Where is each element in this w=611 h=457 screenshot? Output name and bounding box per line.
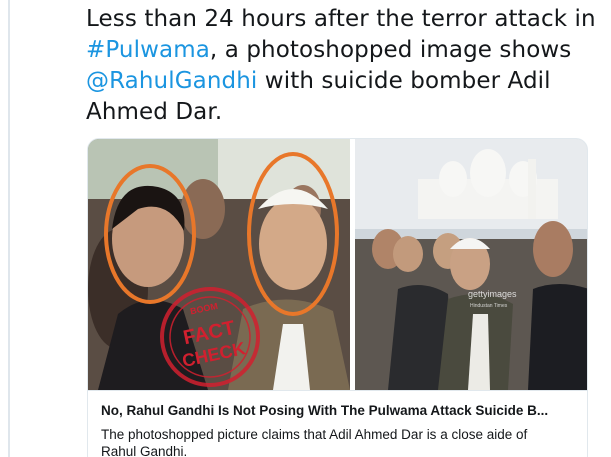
watermark-credit: Hindustan Times — [470, 303, 508, 309]
left-photo: BOOM FACT CHECK — [88, 139, 350, 390]
tweet-text-part: , a photoshopped image shows — [209, 37, 572, 63]
card-title[interactable]: No, Rahul Gandhi Is Not Posing With The … — [101, 402, 577, 420]
card-body[interactable]: No, Rahul Gandhi Is Not Posing With The … — [88, 390, 587, 457]
card-description: The photoshopped picture claims that Adi… — [101, 427, 528, 457]
timeline-thread-line — [8, 0, 10, 457]
tweet-text: Less than 24 hours after the terror atta… — [86, 4, 601, 128]
link-preview-card[interactable]: BOOM FACT CHECK gettyimages Hindustan Ti… — [87, 138, 588, 457]
hashtag-link-pulwama[interactable]: #Pulwama — [86, 37, 210, 63]
card-image[interactable]: BOOM FACT CHECK gettyimages Hindustan Ti… — [88, 139, 587, 390]
watermark-brand: gettyimages — [468, 289, 517, 299]
composite-photo: BOOM FACT CHECK gettyimages Hindustan Ti… — [88, 139, 587, 390]
tweet-text-part: Less than 24 hours after the terror atta… — [86, 6, 596, 32]
mention-link-rahulgandhi[interactable]: @RahulGandhi — [86, 68, 257, 94]
right-photo: gettyimages Hindustan Times — [355, 139, 587, 390]
